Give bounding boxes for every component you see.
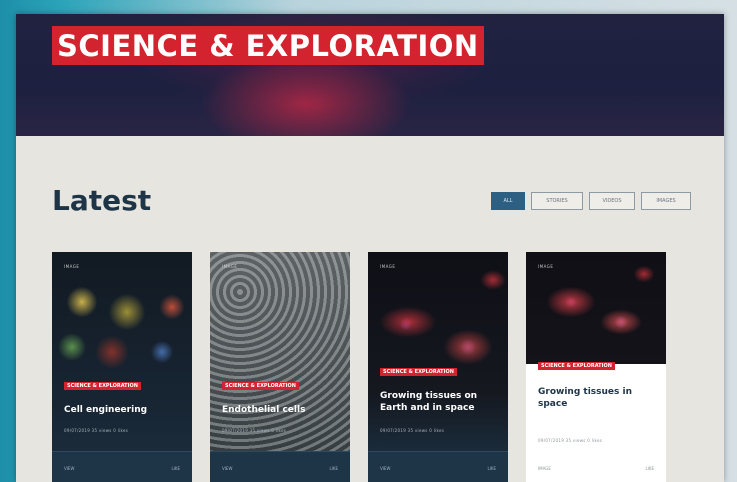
card-image	[52, 252, 192, 452]
card-footer: IMAGE LIKE	[526, 452, 666, 482]
filter-images-button[interactable]: IMAGES	[641, 192, 691, 210]
filter-videos-button[interactable]: VIDEOS	[589, 192, 635, 210]
filter-bar: ALL STORIES VIDEOS IMAGES	[491, 192, 691, 210]
filter-all-button[interactable]: ALL	[491, 192, 525, 210]
card-footer-right[interactable]: LIKE	[329, 466, 338, 471]
card-footer-left[interactable]: VIEW	[222, 466, 232, 471]
category-tag: SCIENCE & EXPLORATION	[380, 368, 457, 376]
category-tag: SCIENCE & EXPLORATION	[64, 382, 141, 390]
card-title[interactable]: Growing tissues in space	[538, 386, 656, 410]
card-kicker: IMAGE	[380, 264, 396, 269]
category-tag: SCIENCE & EXPLORATION	[538, 362, 615, 370]
card-kicker: IMAGE	[222, 264, 238, 269]
card-footer-right[interactable]: LIKE	[487, 466, 496, 471]
card-footer: VIEW LIKE	[52, 451, 192, 482]
card-meta: 09/07/2019 35 views 0 likes	[538, 438, 603, 443]
card-meta: 09/07/2019 35 views 0 likes	[64, 428, 129, 433]
card-footer-left[interactable]: VIEW	[380, 466, 390, 471]
section-heading: Latest	[52, 184, 152, 217]
card-growing-tissues-earth[interactable]: IMAGE SCIENCE & EXPLORATION Growing tiss…	[368, 252, 508, 482]
filter-stories-button[interactable]: STORIES	[531, 192, 583, 210]
category-tag: SCIENCE & EXPLORATION	[222, 382, 299, 390]
card-title[interactable]: Endothelial cells	[222, 404, 340, 416]
card-image	[368, 252, 508, 452]
card-footer: VIEW LIKE	[368, 451, 508, 482]
browser-frame: SCIENCE & EXPLORATION Latest ALL STORIES…	[16, 14, 724, 482]
card-image	[210, 252, 350, 452]
card-title[interactable]: Cell engineering	[64, 404, 182, 416]
card-footer-left[interactable]: VIEW	[64, 466, 74, 471]
card-footer-left[interactable]: IMAGE	[538, 466, 551, 471]
card-growing-tissues-space[interactable]: IMAGE SCIENCE & EXPLORATION Growing tiss…	[526, 252, 666, 482]
card-meta: 09/07/2019 35 views 0 likes	[222, 428, 287, 433]
card-footer-right[interactable]: LIKE	[645, 466, 654, 471]
card-kicker: IMAGE	[64, 264, 80, 269]
card-endothelial-cells[interactable]: IMAGE SCIENCE & EXPLORATION Endothelial …	[210, 252, 350, 482]
card-meta: 09/07/2019 35 views 0 likes	[380, 428, 445, 433]
hero-title: SCIENCE & EXPLORATION	[52, 26, 484, 65]
card-cell-engineering[interactable]: IMAGE SCIENCE & EXPLORATION Cell enginee…	[52, 252, 192, 482]
card-footer-right[interactable]: LIKE	[171, 466, 180, 471]
card-footer: VIEW LIKE	[210, 451, 350, 482]
card-kicker: IMAGE	[538, 264, 554, 269]
hero-banner: SCIENCE & EXPLORATION	[16, 14, 724, 136]
card-title[interactable]: Growing tissues on Earth and in space	[380, 390, 498, 414]
